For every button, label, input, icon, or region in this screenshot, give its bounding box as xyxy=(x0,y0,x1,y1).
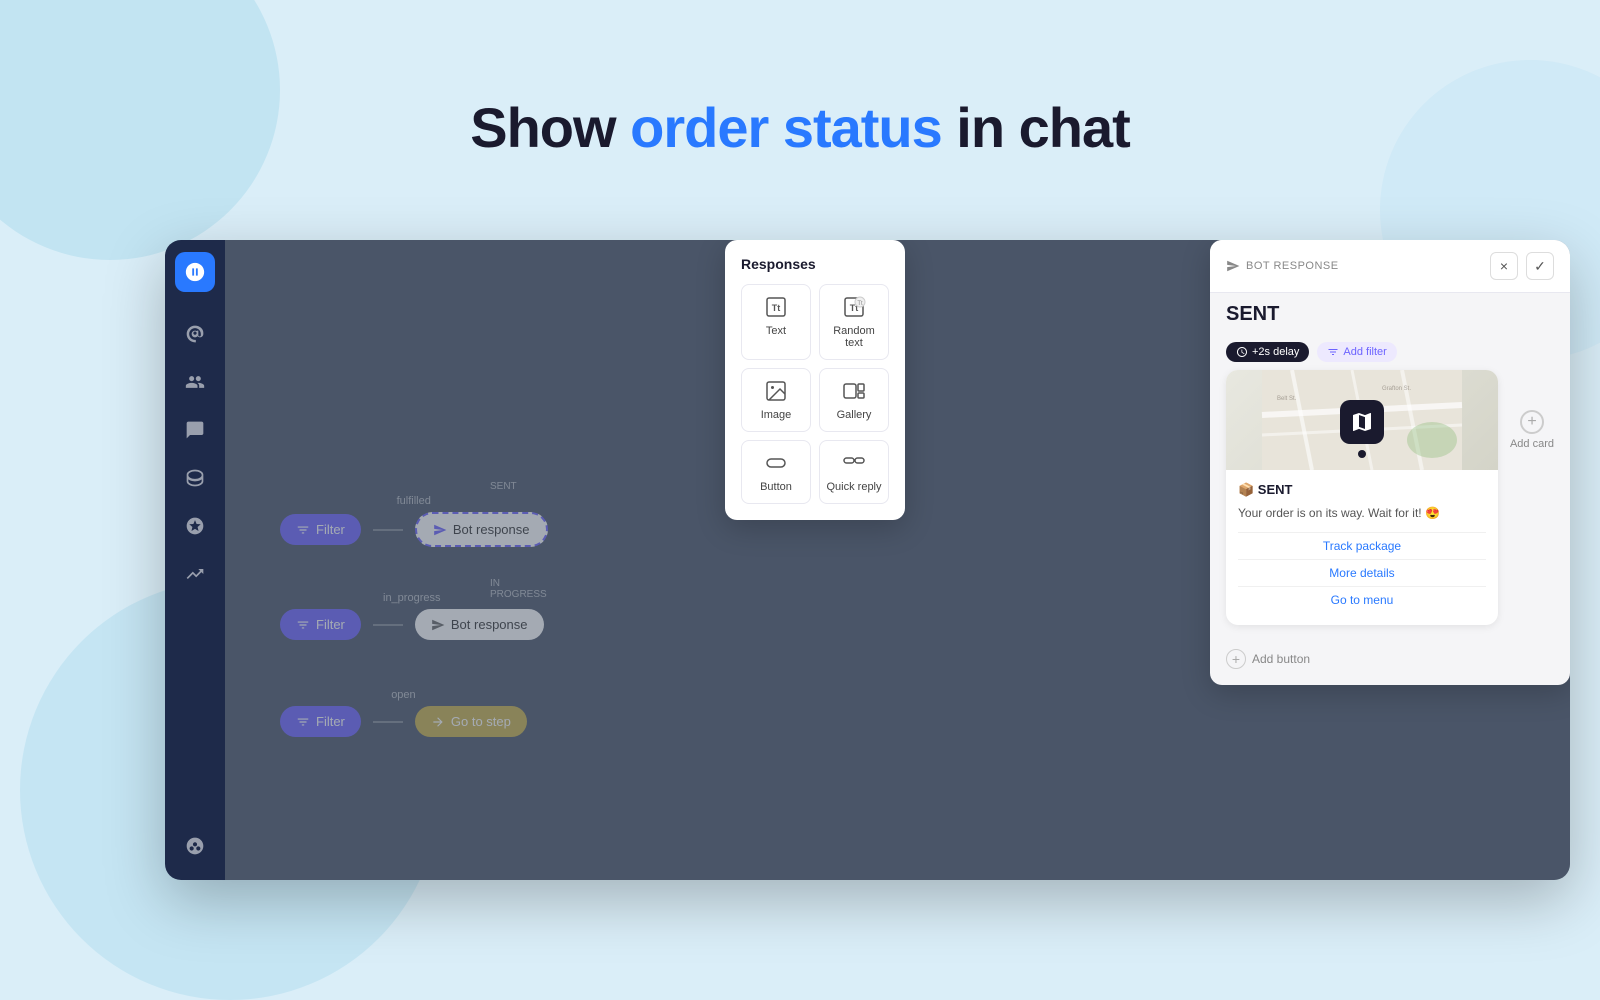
response-item-text[interactable]: Tt Text xyxy=(741,284,811,360)
bot-response-panel: BOT RESPONSE × ✓ SENT +2s delay Add filt… xyxy=(1210,240,1570,685)
response-item-gallery[interactable]: Gallery xyxy=(819,368,889,432)
send-header-icon xyxy=(1226,259,1240,273)
message-card: Belt St. Grafton St. 📦 SENT xyxy=(1226,370,1498,625)
map-image: Belt St. Grafton St. xyxy=(1226,370,1498,470)
sidebar-item-database[interactable] xyxy=(175,458,215,498)
confirm-button[interactable]: ✓ xyxy=(1526,252,1554,280)
clock-icon xyxy=(1236,346,1248,358)
response-item-random-text-label: Random text xyxy=(826,325,882,349)
add-card-plus-circle: + xyxy=(1520,410,1544,434)
delay-tag[interactable]: +2s delay xyxy=(1226,342,1309,362)
response-item-quick-reply[interactable]: Quick reply xyxy=(819,440,889,504)
tags-row: +2s delay Add filter xyxy=(1210,334,1570,370)
quick-reply-icon xyxy=(842,451,866,475)
filter-tag-label: Add filter xyxy=(1343,346,1386,358)
page-title: Show order status in chat xyxy=(0,95,1600,160)
response-item-text-label: Text xyxy=(766,325,786,337)
main-ui-container: fulfilled Filter Bot response SENT in_p xyxy=(165,240,1570,880)
bot-response-title: SENT xyxy=(1210,293,1570,334)
canvas-area: fulfilled Filter Bot response SENT in_p xyxy=(225,240,1570,880)
gallery-icon xyxy=(842,379,866,403)
response-item-button[interactable]: Button xyxy=(741,440,811,504)
response-item-random-text[interactable]: Tt Tt Random text xyxy=(819,284,889,360)
bot-response-label: BOT RESPONSE xyxy=(1246,260,1339,272)
card-area: Belt St. Grafton St. 📦 SENT xyxy=(1210,370,1570,641)
sidebar-item-org[interactable] xyxy=(175,314,215,354)
sidebar-item-integrations[interactable] xyxy=(175,826,215,866)
response-item-image-label: Image xyxy=(761,409,792,421)
header-actions: × ✓ xyxy=(1490,252,1554,280)
bot-response-header: BOT RESPONSE × ✓ xyxy=(1210,240,1570,293)
map-pin xyxy=(1340,400,1384,444)
title-part1: Show xyxy=(470,96,630,159)
filter-tag-icon xyxy=(1327,346,1339,358)
sidebar-item-messages[interactable] xyxy=(175,410,215,450)
map-dot xyxy=(1358,450,1366,458)
sidebar-item-users[interactable] xyxy=(175,362,215,402)
response-item-quick-reply-label: Quick reply xyxy=(826,481,881,493)
add-card-label: Add card xyxy=(1510,438,1554,450)
add-button-row[interactable]: + Add button xyxy=(1210,641,1570,685)
responses-panel-title: Responses xyxy=(741,256,889,272)
card-link-details[interactable]: More details xyxy=(1238,559,1486,586)
title-highlight: order status xyxy=(630,96,942,159)
svg-text:Grafton St.: Grafton St. xyxy=(1382,386,1411,392)
svg-text:Belt St.: Belt St. xyxy=(1277,396,1297,402)
responses-panel: Responses Tt Text Tt Tt xyxy=(725,240,905,520)
add-button-plus-icon: + xyxy=(1226,649,1246,669)
delay-tag-label: +2s delay xyxy=(1252,346,1299,358)
title-part2: in chat xyxy=(942,96,1130,159)
response-item-gallery-label: Gallery xyxy=(837,409,872,421)
card-emoji-title: 📦 SENT xyxy=(1238,482,1486,498)
random-text-icon: Tt Tt xyxy=(842,295,866,319)
response-item-button-label: Button xyxy=(760,481,792,493)
card-link-track[interactable]: Track package xyxy=(1238,532,1486,559)
button-icon xyxy=(764,451,788,475)
card-content: 📦 SENT Your order is on its way. Wait fo… xyxy=(1226,470,1498,625)
response-item-image[interactable]: Image xyxy=(741,368,811,432)
box-icon xyxy=(1350,410,1374,434)
svg-text:Tt: Tt xyxy=(857,301,863,307)
card-link-menu[interactable]: Go to menu xyxy=(1238,586,1486,613)
svg-text:Tt: Tt xyxy=(772,303,781,313)
sidebar-item-analytics[interactable] xyxy=(175,506,215,546)
responses-grid: Tt Text Tt Tt Random text xyxy=(741,284,889,504)
app-logo[interactable] xyxy=(175,252,215,292)
card-body-text: Your order is on its way. Wait for it! 😍 xyxy=(1238,504,1486,522)
close-button[interactable]: × xyxy=(1490,252,1518,280)
bot-response-header-left: BOT RESPONSE xyxy=(1226,259,1339,273)
add-button-label: Add button xyxy=(1252,652,1310,666)
logo-icon xyxy=(184,261,206,283)
text-icon: Tt xyxy=(764,295,788,319)
sidebar-item-trends[interactable] xyxy=(175,554,215,594)
sidebar xyxy=(165,240,225,880)
image-icon xyxy=(764,379,788,403)
filter-tag[interactable]: Add filter xyxy=(1317,342,1396,362)
add-card-button[interactable]: + Add card xyxy=(1510,370,1554,450)
